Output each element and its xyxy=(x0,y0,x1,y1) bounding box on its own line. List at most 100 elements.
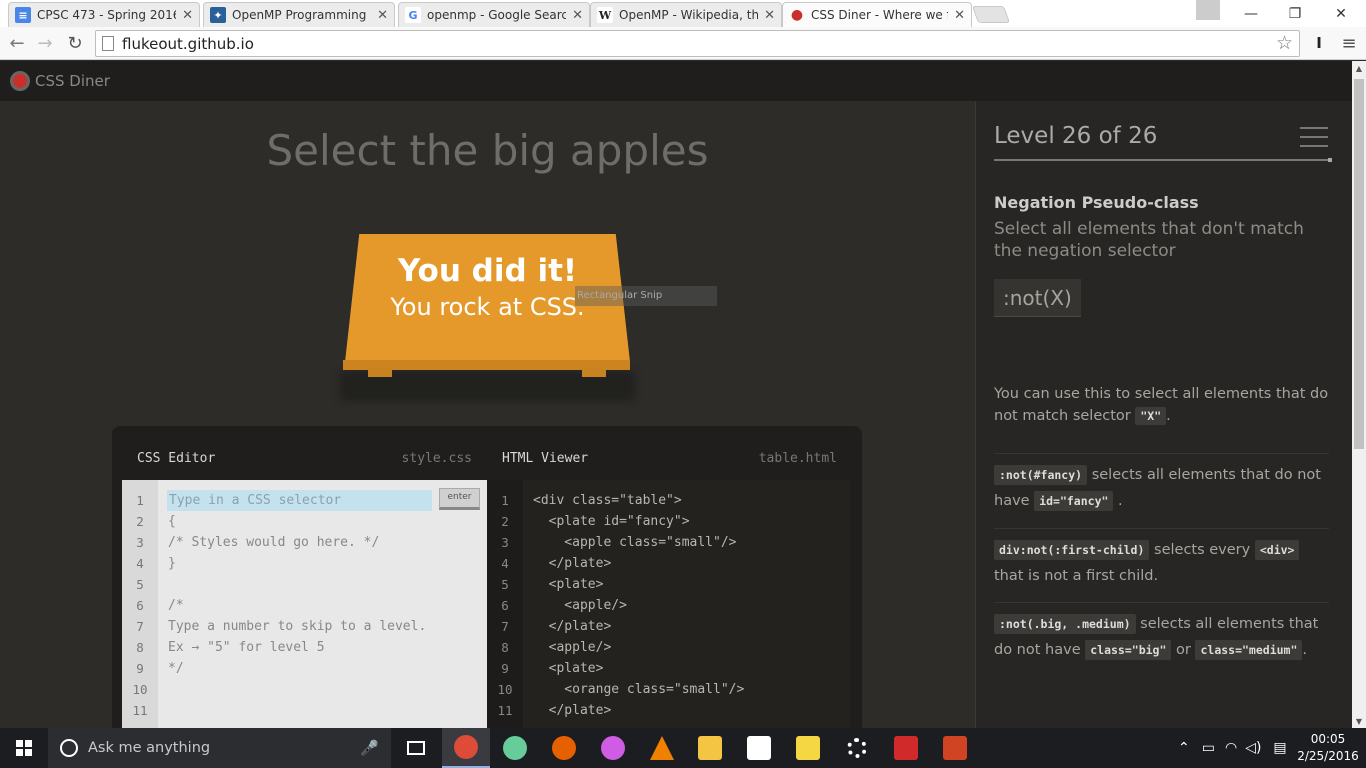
microphone-icon[interactable]: 🎤 xyxy=(360,739,379,757)
example-code: class="big" xyxy=(1085,640,1172,660)
html-line-numbers: 1 2 3 4 5 6 7 8 9 10 11 xyxy=(487,480,523,728)
code-line: <apple class="small"/> xyxy=(533,535,737,550)
wifi-icon[interactable]: ◠ xyxy=(1225,740,1237,756)
line-number: 9 xyxy=(501,661,509,676)
css-selector-input[interactable] xyxy=(167,490,432,511)
level-progress-bar xyxy=(994,158,1332,162)
line-number: 2 xyxy=(136,514,144,529)
bookmark-star-icon[interactable]: ☆ xyxy=(1276,32,1293,54)
system-tray: ⌃ ▭ ◠ ◁) ▤ xyxy=(1178,728,1287,768)
example-text: . xyxy=(1302,642,1308,658)
battery-icon[interactable]: ▭ xyxy=(1202,740,1215,756)
show-hidden-icons-icon[interactable]: ⌃ xyxy=(1178,740,1190,756)
tab-openmp[interactable]: ✦ OpenMP Programming M ✕ xyxy=(203,2,395,27)
clock-time: 00:05 xyxy=(1310,732,1346,746)
line-number: 5 xyxy=(501,577,509,592)
line-number: 1 xyxy=(501,493,509,508)
close-window-button[interactable]: ✕ xyxy=(1318,0,1364,27)
chrome-icon[interactable] xyxy=(442,728,490,768)
table-leg xyxy=(368,369,392,377)
line-number: 11 xyxy=(132,703,148,718)
line-number: 8 xyxy=(501,640,509,655)
settings-glyph xyxy=(847,738,867,758)
code-line: </plate> xyxy=(533,556,612,571)
site-logo-text[interactable]: CSS Diner xyxy=(35,72,110,90)
close-tab-icon[interactable]: ✕ xyxy=(377,8,388,23)
task-view-glyph xyxy=(407,741,425,755)
acrobat-icon[interactable] xyxy=(882,728,930,768)
code-line: Ex → "5" for level 5 xyxy=(168,640,325,655)
wikipedia-icon: W xyxy=(597,7,613,23)
store-icon[interactable] xyxy=(735,728,783,768)
line-number: 5 xyxy=(136,577,144,592)
system-clock[interactable]: 00:05 2/25/2016 xyxy=(1296,731,1360,765)
powerpoint-icon[interactable] xyxy=(931,728,979,768)
windows-taskbar: Ask me anything 🎤 ⌃ ▭ ◠ ◁) ▤ 00:05 2/25/… xyxy=(0,728,1366,768)
forward-icon[interactable]: → xyxy=(32,31,58,55)
editor: CSS Editor style.css HTML Viewer table.h… xyxy=(112,426,862,728)
onedrive-folder-icon[interactable] xyxy=(784,728,832,768)
scroll-down-icon[interactable]: ▼ xyxy=(1352,714,1366,728)
example-code: :not(#fancy) xyxy=(994,465,1088,485)
action-center-icon[interactable]: ▤ xyxy=(1273,740,1286,756)
firefox-glyph xyxy=(552,736,576,760)
tab-cpsc[interactable]: ≡ CPSC 473 - Spring 2016 - ✕ xyxy=(8,2,200,27)
clock-date: 2/25/2016 xyxy=(1297,749,1359,763)
firefox-icon[interactable] xyxy=(540,728,588,768)
description-code: "X" xyxy=(1135,407,1167,425)
win-message-title: You did it! xyxy=(397,253,578,289)
line-number: 1 xyxy=(136,493,144,508)
close-tab-icon[interactable]: ✕ xyxy=(764,8,775,23)
css-code: {/* Styles would go here. */} /* Type a nu… xyxy=(168,490,426,721)
tab-title: openmp - Google Search xyxy=(427,8,567,22)
onedrive-folder-glyph xyxy=(796,736,820,760)
store-glyph xyxy=(747,736,771,760)
example-text: or xyxy=(1176,642,1191,658)
level-title: Level 26 of 26 xyxy=(994,123,1158,149)
maximize-button[interactable]: ❐ xyxy=(1272,0,1318,27)
close-tab-icon[interactable]: ✕ xyxy=(572,8,583,23)
line-number: 4 xyxy=(136,556,144,571)
close-tab-icon[interactable]: ✕ xyxy=(954,8,965,23)
example-3: :not(.big, .medium) selects all elements… xyxy=(994,602,1329,663)
address-bar[interactable]: flukeout.github.io ☆ xyxy=(95,30,1300,57)
cortana-search-box[interactable]: Ask me anything 🎤 xyxy=(48,728,391,768)
code-line: <plate id="fancy"> xyxy=(533,514,690,529)
back-icon[interactable]: ← xyxy=(4,31,30,55)
page-scrollbar[interactable]: ▲ ▼ xyxy=(1352,61,1366,728)
line-number: 8 xyxy=(136,640,144,655)
code-line: <plate> xyxy=(533,661,604,676)
task-view-icon[interactable] xyxy=(392,728,440,768)
level-instruction: Select the big apples xyxy=(266,126,709,175)
extension-icon[interactable]: I xyxy=(1306,31,1332,55)
tab-google-search[interactable]: G openmp - Google Search ✕ xyxy=(398,2,590,27)
example-text: that is not a first child. xyxy=(994,568,1159,584)
atom-icon[interactable] xyxy=(491,728,539,768)
file-explorer-icon[interactable] xyxy=(686,728,734,768)
tab-wikipedia[interactable]: W OpenMP - Wikipedia, the ✕ xyxy=(590,2,782,27)
close-tab-icon[interactable]: ✕ xyxy=(182,8,193,23)
scroll-up-icon[interactable]: ▲ xyxy=(1352,61,1366,75)
page: CSS Diner Select the big apples You did … xyxy=(0,61,1352,728)
volume-icon[interactable]: ◁) xyxy=(1245,740,1261,756)
itunes-icon[interactable] xyxy=(589,728,637,768)
hamburger-menu-icon[interactable] xyxy=(1300,127,1328,147)
css-file-name: style.css xyxy=(401,450,472,466)
vlc-icon[interactable] xyxy=(638,728,686,768)
minimize-button[interactable]: — xyxy=(1228,0,1274,27)
user-profile-icon[interactable] xyxy=(1196,0,1220,20)
example-code: id="fancy" xyxy=(1034,491,1114,511)
example-code: class="medium" xyxy=(1195,640,1303,660)
chrome-menu-icon[interactable]: ≡ xyxy=(1336,31,1362,55)
enter-button[interactable]: enter xyxy=(439,488,480,510)
search-placeholder: Ask me anything xyxy=(88,740,211,756)
scrollbar-thumb[interactable] xyxy=(1354,79,1364,449)
tab-css-diner[interactable]: ● CSS Diner - Where we fea ✕ xyxy=(782,2,972,27)
start-button[interactable] xyxy=(0,728,48,768)
css-editor-pane: 1 2 3 4 5 6 7 8 9 10 11 {/* Styles would go here. … xyxy=(122,480,487,728)
settings-icon[interactable] xyxy=(833,728,881,768)
new-tab-button[interactable] xyxy=(971,6,1011,23)
reload-icon[interactable]: ↻ xyxy=(62,31,88,55)
tab-title: CPSC 473 - Spring 2016 - xyxy=(37,8,177,22)
